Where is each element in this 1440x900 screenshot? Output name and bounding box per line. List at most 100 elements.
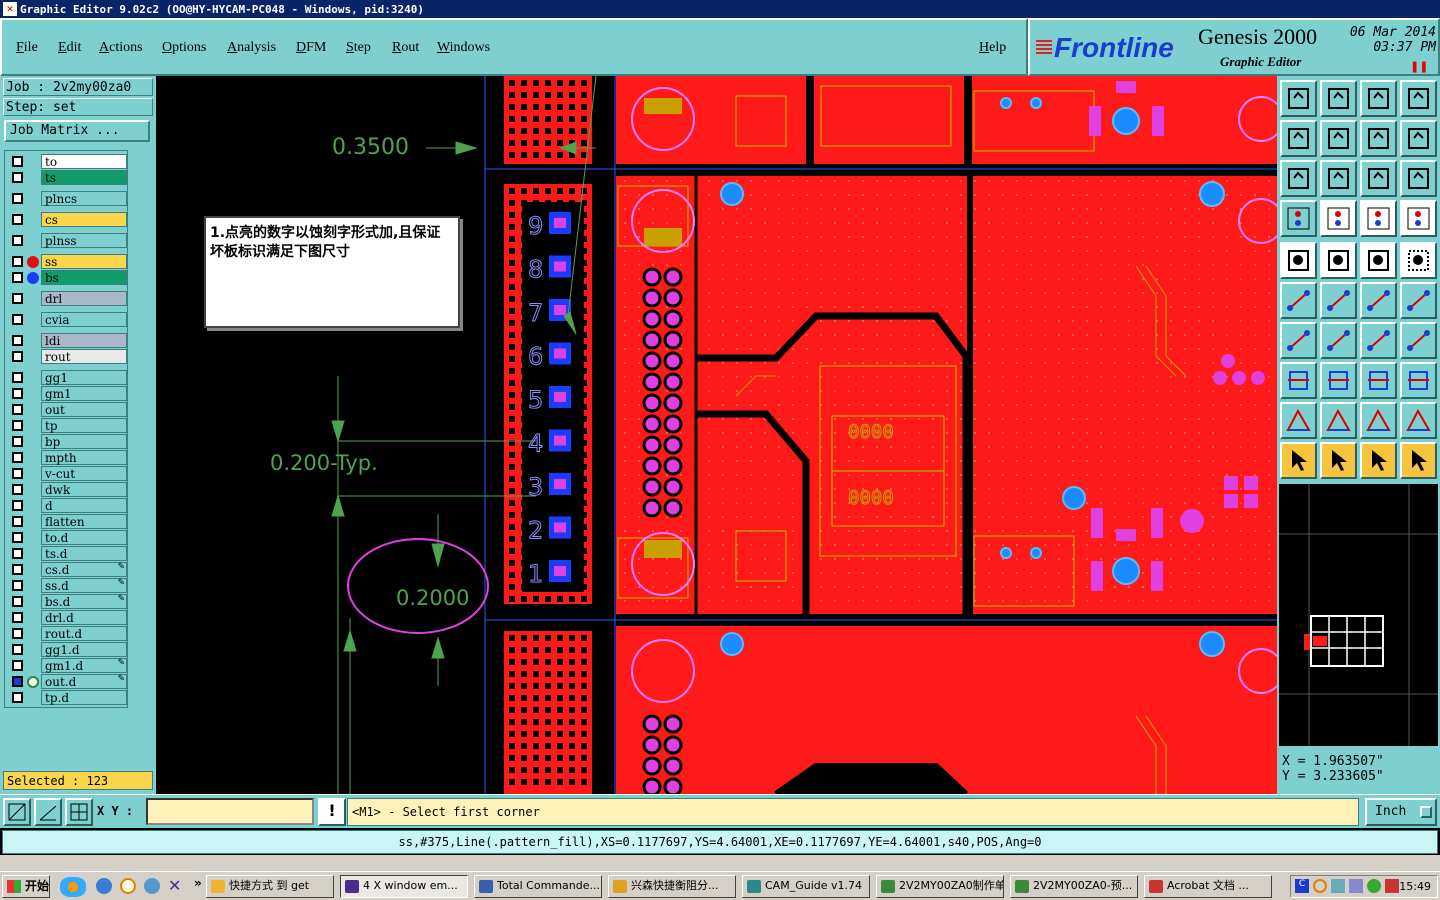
layer-checkbox[interactable] (12, 644, 23, 655)
pause-icon[interactable]: ❚❚ (1410, 60, 1428, 73)
layer-pads-icon[interactable] (1360, 200, 1397, 237)
layer-name[interactable]: gg1 (41, 370, 127, 385)
ruler-tool-icon[interactable] (1280, 200, 1317, 237)
display-icon[interactable] (1349, 879, 1363, 893)
layer-row-ss.d[interactable]: ss.d ✎ (7, 578, 127, 593)
layer-row-to[interactable]: to (7, 154, 127, 169)
layer-name[interactable]: plnss (41, 233, 127, 248)
browser-icon[interactable] (144, 878, 160, 894)
layer-name[interactable]: cs.d (41, 562, 127, 577)
layer-row-gm1[interactable]: gm1 (7, 386, 127, 401)
taskbar-item[interactable]: 快捷方式 到 get (206, 875, 334, 898)
layer-checkbox[interactable] (12, 420, 23, 431)
layer-row-drl[interactable]: drl (7, 291, 127, 306)
taskbar-item[interactable]: 4 X window em... (340, 875, 468, 898)
import-icon[interactable] (1280, 120, 1317, 157)
dotted-square-icon[interactable] (1400, 242, 1437, 279)
overview-map[interactable] (1279, 484, 1438, 746)
ie-icon[interactable] (96, 878, 112, 894)
line-icon[interactable] (1320, 322, 1357, 359)
layer-name[interactable]: plncs (41, 191, 127, 206)
layer-checkbox[interactable] (12, 436, 23, 447)
layer-checkbox[interactable] (12, 293, 23, 304)
layer-name[interactable]: tp (41, 418, 127, 433)
layer-name[interactable]: cvia (41, 312, 127, 327)
dash-icon[interactable] (1320, 362, 1357, 399)
layer-name[interactable]: ts (41, 170, 127, 185)
layer-checkbox[interactable] (12, 404, 23, 415)
tray-clock-icon[interactable] (1313, 879, 1327, 893)
network-icon[interactable] (1331, 879, 1345, 893)
s-curve-icon[interactable] (1400, 120, 1437, 157)
layer-name[interactable]: d (41, 498, 127, 513)
layer-checkbox[interactable] (12, 500, 23, 511)
layer-checkbox[interactable] (12, 660, 23, 671)
start-button[interactable]: 开始 (2, 875, 50, 898)
layer-row-mpth[interactable]: mpth (7, 450, 127, 465)
node-icon[interactable] (1360, 282, 1397, 319)
window-split-icon[interactable] (1400, 80, 1437, 117)
layer-row-v-cut[interactable]: v-cut (7, 466, 127, 481)
triangle-a-icon[interactable] (1320, 402, 1357, 439)
house-icon[interactable] (1360, 80, 1397, 117)
grid-snap-icon[interactable] (65, 798, 93, 826)
layer-pads-alt-icon[interactable] (1400, 200, 1437, 237)
menu-help[interactable]: Help (979, 40, 1006, 56)
layer-row-bs.d[interactable]: bs.d ✎ (7, 594, 127, 609)
select-pointer-icon[interactable] (1280, 442, 1317, 479)
layer-row-d[interactable]: d (7, 498, 127, 513)
layer-checkbox[interactable] (12, 256, 23, 267)
layer-name[interactable]: out.d (41, 674, 127, 689)
layer-checkbox[interactable] (12, 272, 23, 283)
menu-rout[interactable]: Rout (392, 40, 419, 56)
layer-name[interactable]: bp (41, 434, 127, 449)
layer-row-ss[interactable]: ss (7, 254, 127, 269)
layer-checkbox[interactable] (12, 388, 23, 399)
layer-name[interactable]: gm1 (41, 386, 127, 401)
layer-row-ts.d[interactable]: ts.d (7, 546, 127, 561)
layer-row-ts[interactable]: ts (7, 170, 127, 185)
layer-row-cvia[interactable]: cvia (7, 312, 127, 327)
layer-row-plncs[interactable]: plncs (7, 191, 127, 206)
layer-checkbox[interactable] (12, 235, 23, 246)
layer-name[interactable]: bs.d (41, 594, 127, 609)
shape-edit-icon[interactable] (1320, 242, 1357, 279)
layer-row-rout[interactable]: rout (7, 349, 127, 364)
angle-icon[interactable] (1280, 322, 1317, 359)
layer-row-rout.d[interactable]: rout.d (7, 626, 127, 641)
layer-name[interactable]: drl.d (41, 610, 127, 625)
layer-checkbox[interactable] (12, 596, 23, 607)
split-icon[interactable] (1400, 322, 1437, 359)
swap-icon[interactable] (1360, 120, 1397, 157)
taskbar-item[interactable]: CAM_Guide v1.74 (742, 875, 870, 898)
measure-icon[interactable] (1360, 242, 1397, 279)
layer-row-out.d[interactable]: out.d ✎ (7, 674, 127, 689)
layer-row-bp[interactable]: bp (7, 434, 127, 449)
menu-actions[interactable]: Actions (99, 40, 143, 56)
alert-icon[interactable]: ! (318, 798, 346, 826)
layer-name[interactable]: dwk (41, 482, 127, 497)
layer-row-tp.d[interactable]: tp.d (7, 690, 127, 705)
help-icon[interactable] (1400, 160, 1437, 197)
layer-checkbox[interactable] (12, 516, 23, 527)
layer-checkbox[interactable] (12, 452, 23, 463)
layer-row-to.d[interactable]: to.d (7, 530, 127, 545)
taskbar-item[interactable]: 2V2MY00ZA0制作单 (876, 875, 1004, 898)
layer-name[interactable]: flatten (41, 514, 127, 529)
layer-name[interactable]: ldi (41, 333, 127, 348)
taskbar-item[interactable]: 兴森快捷衡阻分... (608, 875, 736, 898)
layer-row-ldi[interactable]: ldi (7, 333, 127, 348)
layer-checkbox[interactable] (12, 548, 23, 559)
angle-snap-icon[interactable] (34, 798, 62, 826)
layer-checkbox[interactable] (12, 484, 23, 495)
layer-name[interactable]: out (41, 402, 127, 417)
cross-icon[interactable] (1320, 282, 1357, 319)
layer-checkbox[interactable] (12, 564, 23, 575)
connect-icon[interactable] (1280, 282, 1317, 319)
layer-checkbox[interactable] (12, 351, 23, 362)
export-icon[interactable] (1320, 120, 1357, 157)
layer-row-cs[interactable]: cs (7, 212, 127, 227)
layer-checkbox[interactable] (12, 172, 23, 183)
units-selector[interactable]: Inch (1365, 798, 1437, 826)
menu-analysis[interactable]: Analysis (227, 40, 276, 56)
